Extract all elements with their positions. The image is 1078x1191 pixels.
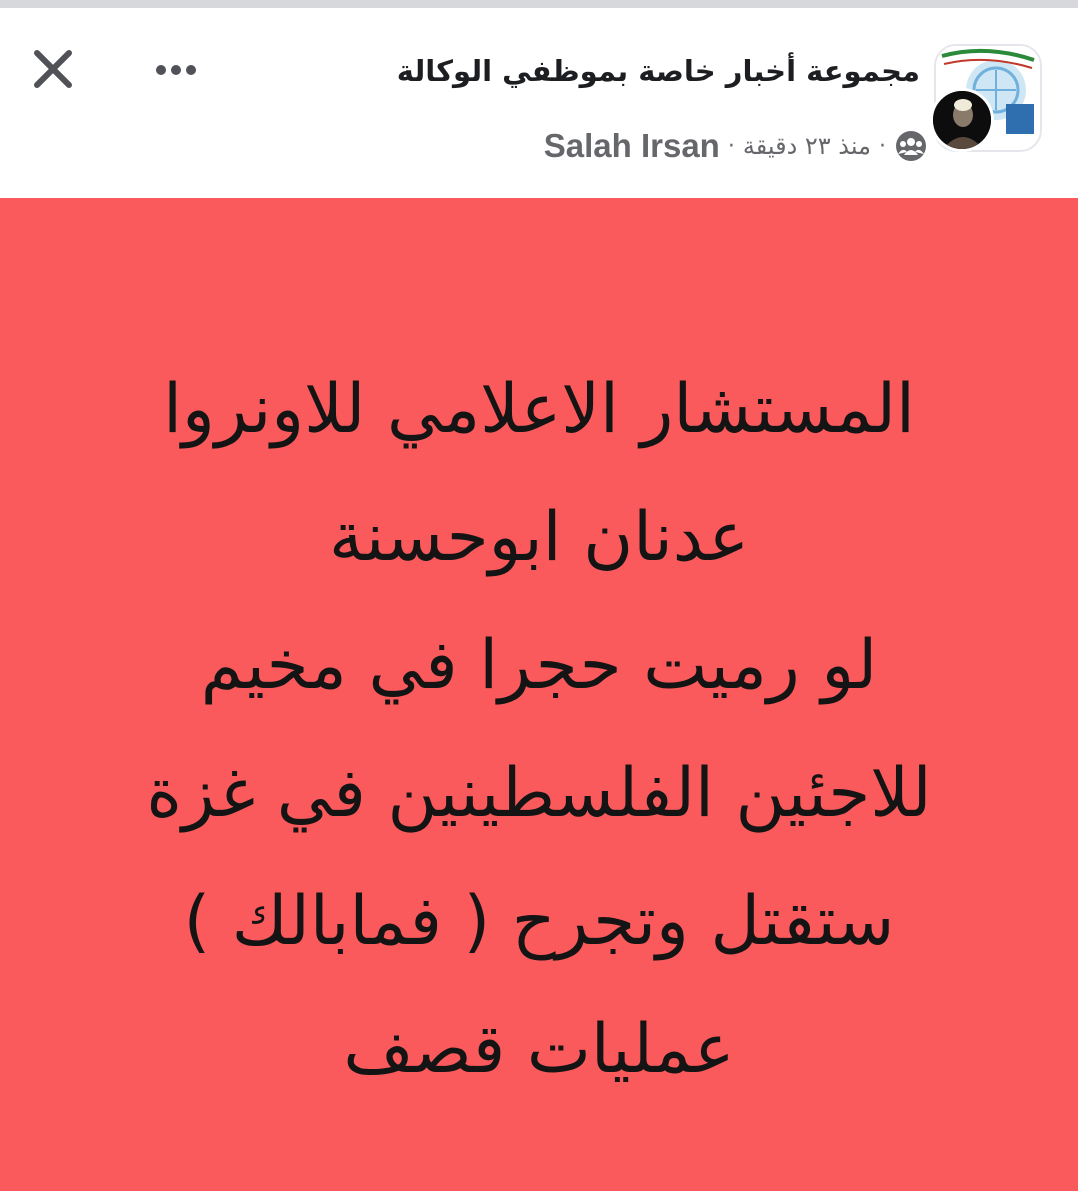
more-options-button[interactable] bbox=[148, 48, 204, 92]
user-avatar[interactable] bbox=[930, 88, 994, 152]
meta-separator: · bbox=[727, 133, 735, 159]
post-content: المستشار الاعلامي للاونروا عدنان ابوحسنة… bbox=[0, 198, 1078, 1191]
post-line: ستقتل وتجرح ( فمابالك ) bbox=[183, 882, 895, 961]
post-line: المستشار الاعلامي للاونروا bbox=[163, 370, 915, 449]
group-audience-icon bbox=[894, 129, 928, 163]
meta-separator: · bbox=[879, 133, 886, 159]
author-name[interactable]: Salah Irsan bbox=[544, 127, 720, 165]
post-time[interactable]: منذ ٢٣ دقيقة bbox=[743, 132, 871, 160]
group-title[interactable]: مجموعة أخبار خاصة بموظفي الوكالة bbox=[397, 54, 920, 88]
post-line: لو رميت حجرا في مخيم bbox=[200, 626, 878, 705]
top-divider bbox=[0, 0, 1078, 8]
post-line: للاجئين الفلسطينين في غزة bbox=[146, 754, 932, 833]
post-meta: · منذ ٢٣ دقيقة · Salah Irsan bbox=[544, 126, 928, 166]
close-icon bbox=[34, 50, 72, 88]
post-line: عمليات قصف bbox=[343, 1010, 735, 1089]
post-line: عدنان ابوحسنة bbox=[328, 498, 750, 577]
more-options-icon bbox=[156, 65, 196, 75]
post-text: المستشار الاعلامي للاونروا عدنان ابوحسنة… bbox=[60, 346, 1018, 1114]
post-header: مجموعة أخبار خاصة بموظفي الوكالة · منذ ٢… bbox=[0, 8, 1078, 198]
user-avatar-image bbox=[933, 91, 991, 149]
close-button[interactable] bbox=[28, 44, 78, 94]
